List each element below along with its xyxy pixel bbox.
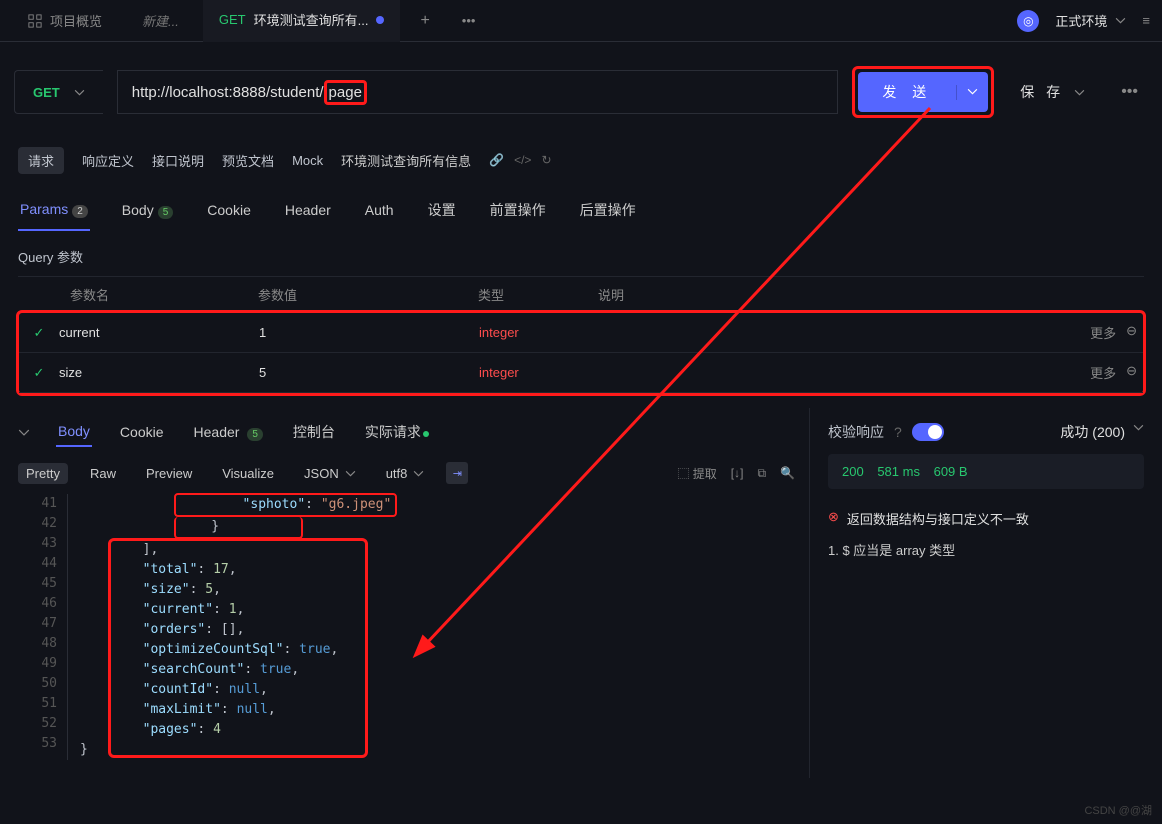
chevron-down-icon [74,87,85,98]
wrap-icon[interactable]: ⇥ [446,462,468,484]
status-box: 200 581 ms 609 B [828,454,1144,489]
validate-toggle[interactable] [912,423,944,441]
extract-button[interactable]: ⬚ 提取 [677,465,716,482]
format-row: Pretty Raw Preview Visualize JSON utf8 ⇥… [18,452,809,494]
env-select[interactable]: 正式环境 [1055,11,1126,30]
tab-overflow-button[interactable]: ••• [450,13,488,28]
watermark: CSDN @@湖 [1084,802,1152,818]
doc-tab-response-def[interactable]: 响应定义 [82,151,134,170]
tab-auth[interactable]: Auth [363,194,396,230]
code-body[interactable]: "sphoto": "g6.jpeg" } ], "total": 17, "s… [68,494,397,760]
query-params-section: Query 参数 参数名 参数值 类型 说明 ✓ current 1 integ… [0,233,1162,408]
resp-tab-header[interactable]: Header 5 [192,418,265,446]
tab-active[interactable]: GET 环境测试查询所有... [203,0,401,42]
response-area: Body Cookie Header 5 控制台 实际请求 Pretty Raw… [0,408,1162,778]
tab-cookie[interactable]: Cookie [205,194,253,230]
doc-title: 环境测试查询所有信息 [341,151,471,170]
request-tabs: Params2 Body5 Cookie Header Auth 设置 前置操作… [0,178,1162,233]
status-select[interactable]: 成功 (200) [1060,422,1144,442]
help-icon[interactable]: ? [894,424,902,440]
error-detail: 1. $ 应当是 array 类型 [828,534,1144,565]
code-icon[interactable]: </> [514,153,531,167]
env-icon[interactable]: ◎ [1017,10,1039,32]
fmt-json[interactable]: JSON [296,463,364,484]
doc-tab-preview[interactable]: 预览文档 [222,151,274,170]
method-select[interactable]: GET [14,70,103,114]
param-row[interactable]: ✓ current 1 integer 更多⊖ [19,313,1143,353]
fmt-encoding[interactable]: utf8 [378,463,433,484]
remove-icon[interactable]: ⊖ [1126,363,1137,382]
params-highlight: ✓ current 1 integer 更多⊖ ✓ size 5 integer… [16,310,1146,396]
grid-icon [28,14,42,28]
fmt-visualize[interactable]: Visualize [214,463,282,484]
error-row: ⊗ 返回数据结构与接口定义不一致 [828,503,1144,534]
resp-tab-actual[interactable]: 实际请求 [363,416,431,448]
unsaved-dot-icon [376,16,384,24]
send-dropdown[interactable] [956,85,988,100]
tab-header[interactable]: Header [283,194,333,230]
hamburger-icon[interactable]: ≡ [1142,13,1150,28]
tab-params[interactable]: Params2 [18,193,90,231]
resp-tab-console[interactable]: 控制台 [291,416,337,448]
send-button[interactable]: 发 送 [858,72,988,112]
tab-body[interactable]: Body5 [120,194,175,230]
refresh-icon[interactable]: ↻ [541,153,551,167]
search-icon[interactable]: 🔍 [780,466,795,480]
validation-panel: 校验响应 ? 成功 (200) 200 581 ms 609 B ⊗ 返回数据结… [810,408,1162,778]
tab-overview-label: 项目概览 [50,11,102,30]
tab-method: GET [219,12,246,27]
status-dot-icon [423,431,429,437]
chevron-down-icon [1133,422,1144,433]
link-icon[interactable]: 🔗 [489,153,504,167]
fmt-raw[interactable]: Raw [82,463,124,484]
doc-tab-api-desc[interactable]: 接口说明 [152,151,204,170]
chevron-down-icon [1115,15,1126,26]
error-icon: ⊗ [828,509,839,528]
line-gutter: 41424344454647484950515253 [18,494,68,760]
more-button[interactable]: ••• [1111,83,1148,101]
tab-settings[interactable]: 设置 [426,192,458,232]
tab-post[interactable]: 后置操作 [578,192,638,232]
top-tab-bar: 项目概览 新建... GET 环境测试查询所有... + ••• ◎ 正式环境 … [0,0,1162,42]
tab-title: 环境测试查询所有... [254,10,369,29]
tab-pre[interactable]: 前置操作 [488,192,548,232]
export-icon[interactable]: [↓] [731,466,744,480]
fmt-pretty[interactable]: Pretty [18,463,68,484]
copy-icon[interactable]: ⧉ [757,466,766,481]
request-row: GET http://localhost:8888/student/page 发… [0,42,1162,142]
param-row[interactable]: ✓ size 5 integer 更多⊖ [19,353,1143,393]
param-header: 参数名 参数值 类型 说明 [18,276,1144,312]
tab-overview[interactable]: 项目概览 [12,0,118,42]
chevron-down-icon[interactable] [18,427,30,438]
validate-title: 校验响应 [828,422,884,442]
doc-tab-mock[interactable]: Mock [292,153,323,168]
check-icon[interactable]: ✓ [19,325,59,341]
tab-new[interactable]: 新建... [126,0,195,42]
send-highlight: 发 送 [852,66,994,118]
code-area: 41424344454647484950515253 "sphoto": "g6… [18,494,809,760]
save-button[interactable]: 保 存 [1008,82,1097,102]
remove-icon[interactable]: ⊖ [1126,323,1137,342]
url-highlight: page [324,80,367,105]
doc-tab-request[interactable]: 请求 [18,147,64,174]
query-title: Query 参数 [18,247,1144,266]
check-icon[interactable]: ✓ [19,365,59,381]
response-tabs: Body Cookie Header 5 控制台 实际请求 [18,416,809,452]
url-input[interactable]: http://localhost:8888/student/page [117,70,839,114]
resp-tab-body[interactable]: Body [56,417,92,447]
chevron-down-icon [1074,87,1085,98]
new-tab-button[interactable]: + [408,12,441,30]
fmt-preview[interactable]: Preview [138,463,200,484]
doc-tabs: 请求 响应定义 接口说明 预览文档 Mock 环境测试查询所有信息 🔗 </> … [0,142,1162,178]
resp-tab-cookie[interactable]: Cookie [118,418,166,446]
